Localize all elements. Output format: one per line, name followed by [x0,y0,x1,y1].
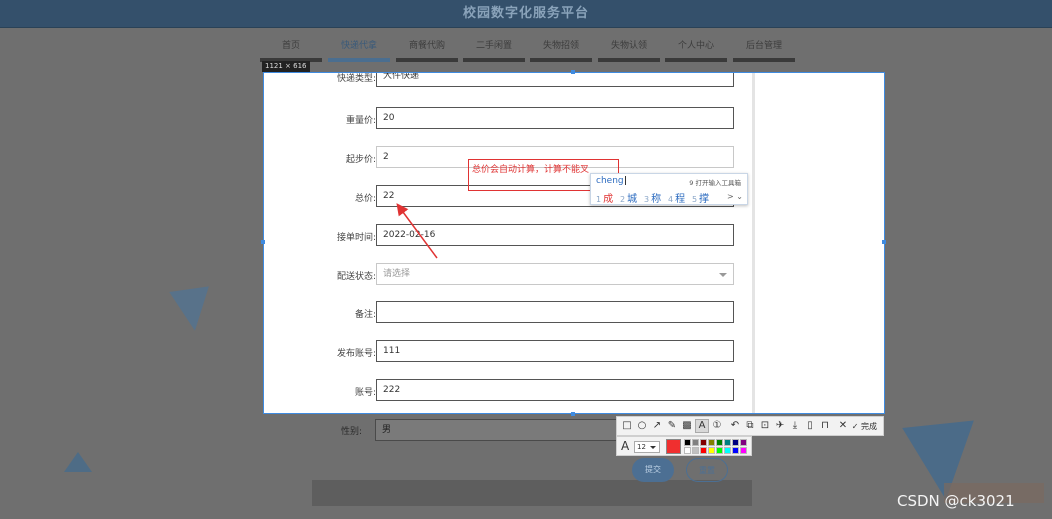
ellipse-tool-icon[interactable]: ○ [636,420,648,432]
color-swatch[interactable] [732,439,739,446]
color-swatch[interactable] [700,447,707,454]
color-swatch[interactable] [716,439,723,446]
nav-item-food[interactable]: 商餐代购 [396,38,458,62]
color-swatch[interactable] [684,447,691,454]
form-label: 总价: [354,194,376,204]
ime-toolbox-hint[interactable]: 9 打开输入工具箱 [689,177,741,187]
chevron-down-icon [719,273,727,277]
color-swatch[interactable] [700,439,707,446]
download-icon[interactable]: ⤓ [789,420,801,432]
ime-candidate[interactable]: 2城 [620,190,637,205]
nav-item-lost[interactable]: 失物招领 [530,38,592,62]
ime-candidate[interactable]: 1成 [596,190,613,205]
form-label: 接单时间: [336,233,376,243]
done-button[interactable]: ✓ 完成 [852,421,877,432]
form-row-time: 接单时间: 2022-02-16 [264,224,754,248]
capture-region[interactable]: 快递类型: 大件快递 重量价: 20 起步价: 2 总价: 22 接单时间: 2… [263,72,885,414]
select-placeholder: 请选择 [383,269,411,279]
color-swatch[interactable] [732,447,739,454]
rectangle-tool-icon[interactable]: □ [621,420,633,432]
form-row-weight: 重量价: 20 [264,107,754,131]
form-row-account: 账号: 222 [264,379,754,403]
form-row-publisher: 发布账号: 111 [264,340,754,364]
resize-handle[interactable] [571,70,575,74]
form-label: 发布账号: [336,349,376,359]
app-title: 校园数字化服务平台 [462,6,589,21]
color-swatch[interactable] [684,439,691,446]
close-icon[interactable]: ✕ [837,420,849,432]
decor-triangle [169,286,215,334]
phone-icon[interactable]: ▯ [804,420,816,432]
watermark: CSDN @ck3021 [897,492,1015,510]
bookmark-icon[interactable]: ⊓ [819,420,831,432]
submit-button[interactable]: 提交 [632,458,674,482]
font-icon: A [621,439,630,453]
nav-item-admin[interactable]: 后台管理 [733,38,795,62]
color-swatch[interactable] [724,439,731,446]
ime-composition: cheng [596,176,624,186]
express-type-field[interactable]: 大件快递 [376,73,734,87]
form-card-shadow [312,480,752,506]
undo-icon[interactable]: ↶ [729,420,741,432]
note-field[interactable] [376,301,734,323]
ime-candidate[interactable]: 4程 [668,190,685,205]
color-swatch[interactable] [724,447,731,454]
resize-handle[interactable] [882,240,886,244]
form-label: 起步价: [345,155,376,165]
text-tool-icon[interactable]: A [695,419,709,433]
gender-label: 性别: [341,427,363,437]
publisher-account-field[interactable]: 111 [376,340,734,362]
color-swatch[interactable] [740,447,747,454]
color-swatch[interactable] [716,447,723,454]
weight-price-field[interactable]: 20 [376,107,734,129]
ime-candidate[interactable]: 5撑 [692,190,709,205]
mosaic-tool-icon[interactable]: ▩ [681,420,693,432]
nav-item-home[interactable]: 首页 [260,38,322,62]
header-bar: 校园数字化服务平台 [0,0,1052,28]
ime-candidate[interactable]: 3称 [644,190,661,205]
form-label: 备注: [354,310,376,320]
nav-item-express[interactable]: 快递代拿 [328,38,390,62]
order-time-field[interactable]: 2022-02-16 [376,224,734,246]
form-label: 重量价: [345,116,376,126]
decor-triangle [64,452,92,472]
text-style-bar: A 12 [616,436,752,456]
ime-next-page-icon[interactable]: > ⌄ [727,192,743,201]
delivery-status-select[interactable]: 请选择 [376,263,734,285]
form-row-type: 快递类型: 大件快递 [264,73,754,89]
font-size-select[interactable]: 12 [634,441,660,453]
ocr-icon[interactable]: ⊡ [759,420,771,432]
color-swatch[interactable] [740,439,747,446]
snip-toolbar: □ ○ ↗ ✎ ▩ A ① ↶ ⧉ ⊡ ✈ ⤓ ▯ ⊓ ✕ ✓ 完成 [616,416,884,436]
nav-item-found[interactable]: 失物认领 [598,38,660,62]
resize-handle[interactable] [261,240,265,244]
arrow-tool-icon[interactable]: ↗ [651,420,663,432]
color-swatch[interactable] [692,447,699,454]
color-swatch[interactable] [708,447,715,454]
form-label: 配送状态: [336,272,376,282]
form-label: 快递类型: [336,74,376,84]
ime-candidate-window: cheng 9 打开输入工具箱 1成 2城 3称 4程 5撑 > ⌄ [590,173,748,205]
account-field[interactable]: 222 [376,379,734,401]
form-label: 账号: [354,388,376,398]
resize-handle[interactable] [571,412,575,416]
color-swatch[interactable] [708,439,715,446]
capture-size-label: 1121 × 616 [262,61,310,72]
form-row-status: 配送状态: 请选择 [264,263,754,287]
current-color[interactable] [666,439,681,454]
pen-tool-icon[interactable]: ✎ [666,420,678,432]
reset-button[interactable]: 重置 [686,458,728,482]
annotation-text: 总价会自动计算，计算不能叉 [472,165,590,175]
color-swatch[interactable] [692,439,699,446]
nav-item-profile[interactable]: 个人中心 [665,38,727,62]
crop-icon[interactable]: ⧉ [744,420,756,432]
number-tool-icon[interactable]: ① [711,420,723,432]
pin-icon[interactable]: ✈ [774,420,786,432]
form-row-note: 备注: [264,301,754,325]
nav-item-secondhand[interactable]: 二手闲置 [463,38,525,62]
